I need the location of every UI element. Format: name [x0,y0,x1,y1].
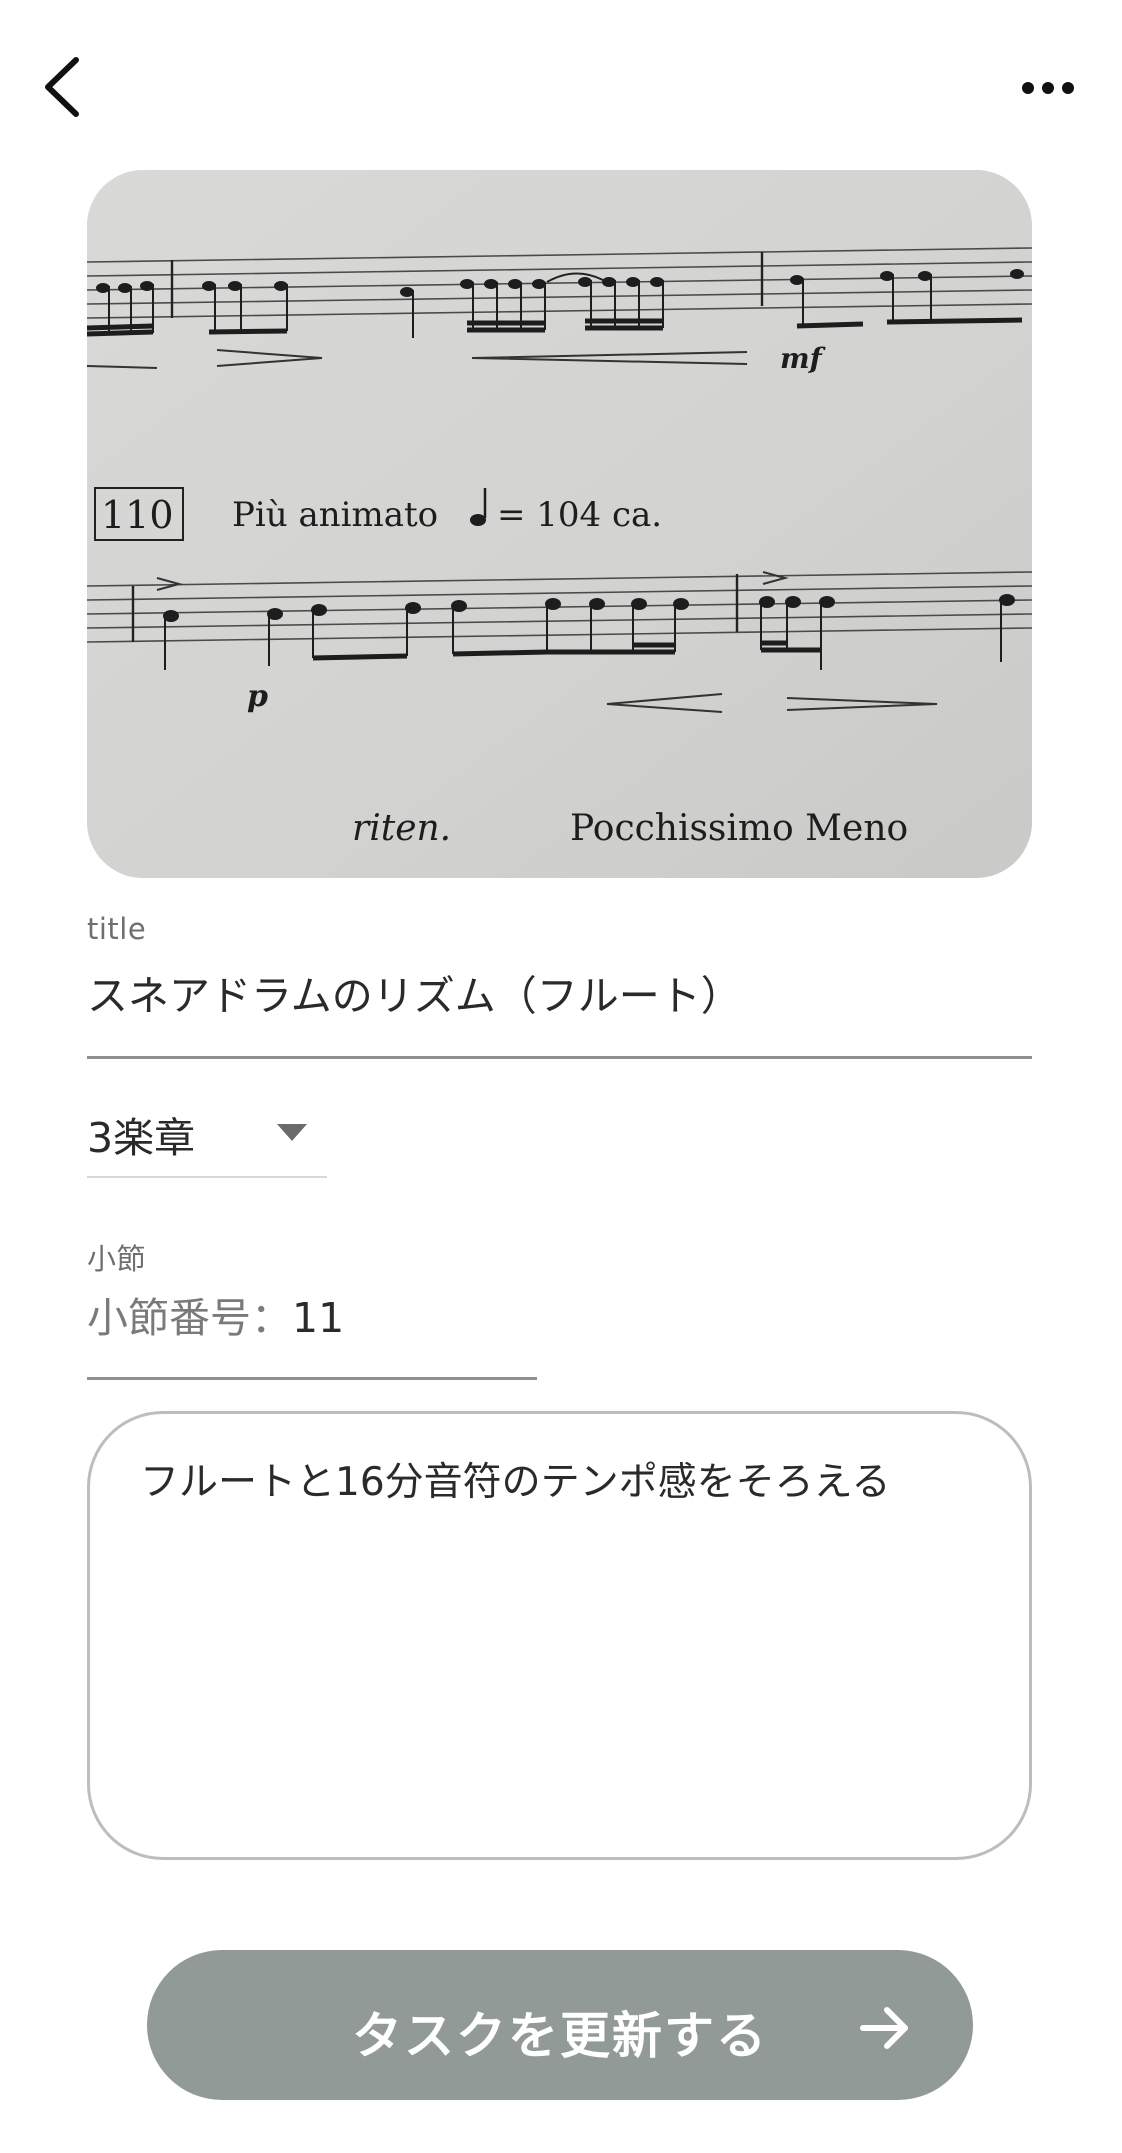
svg-text:mf: mf [780,342,827,375]
measure-value: 11 [292,1294,345,1342]
title-input[interactable]: スネアドラムのリズム（フルート） [87,962,742,1022]
title-label: title [87,912,147,946]
arrow-right-icon [860,2007,908,2049]
memo-textarea[interactable]: フルートと16分音符のテンポ感をそろえる [87,1411,1032,1860]
measure-prefix: 小節番号： [87,1294,292,1342]
top-bar [0,0,1122,170]
chevron-left-icon [45,57,79,117]
svg-text:Più animato: Più animato [232,495,438,535]
measure-underline [87,1377,537,1380]
update-task-button[interactable]: タスクを更新する [147,1950,973,2100]
caret-down-icon [277,1124,307,1141]
measure-label: 小節 [87,1242,147,1276]
svg-text:110: 110 [101,493,174,537]
svg-text:riten.: riten. [352,808,451,849]
movement-select[interactable]: 3楽章 [87,1090,327,1180]
svg-text:= 104 ca.: = 104 ca. [497,495,662,535]
update-task-label: タスクを更新する [352,2007,768,2065]
more-horizontal-icon [1022,82,1074,94]
more-options-button[interactable] [1018,68,1078,108]
back-button[interactable] [38,52,88,122]
movement-underline [87,1176,327,1178]
measure-input[interactable]: 小節番号：11 [87,1284,344,1344]
sheet-music-photo[interactable]: mf 110 Più animato = 104 ca. p riten. Po… [87,170,1032,878]
title-underline [87,1056,1032,1059]
movement-select-value: 3楽章 [87,1114,196,1162]
svg-text:Pocchissimo Meno: Pocchissimo Meno [570,808,908,849]
svg-text:p: p [247,679,268,714]
